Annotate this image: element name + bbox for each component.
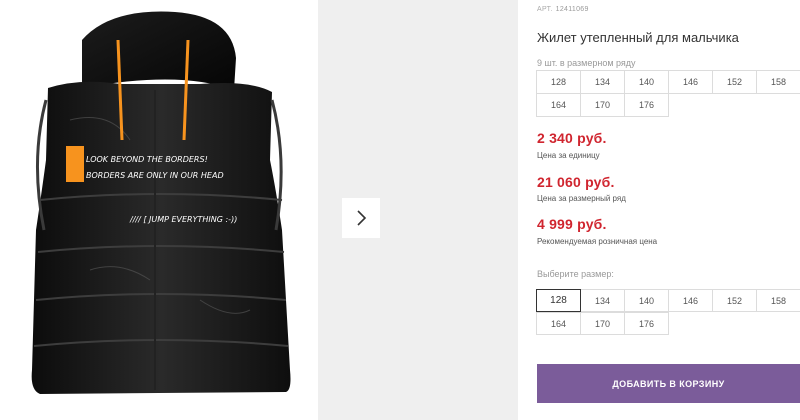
unit-price-label: Цена за единицу	[537, 151, 600, 160]
print-text-3: //// [ JUMP EVERYTHING :-))	[129, 215, 237, 224]
size-option-170[interactable]: 170	[580, 312, 625, 335]
size-row-cell: 134	[580, 70, 625, 94]
size-option-152[interactable]: 152	[712, 289, 757, 312]
size-option-176[interactable]: 176	[624, 312, 669, 335]
retail-price-label: Рекомендуемая розничная цена	[537, 237, 658, 246]
size-option-128[interactable]: 128	[536, 289, 581, 312]
product-info: АРТ. 12411069 Жилет утепленный для мальчи…	[536, 0, 800, 420]
size-option-134[interactable]: 134	[580, 289, 625, 312]
chevron-right-icon	[357, 210, 367, 226]
product-photo[interactable]: LOOK BEYOND THE BORDERS! BORDERS ARE ONL…	[0, 0, 318, 420]
size-row-hint: 9 шт. в размерном ряду	[537, 58, 636, 68]
add-to-cart-button[interactable]: ДОБАВИТЬ В КОРЗИНУ	[537, 364, 800, 403]
unit-price: 2 340 руб.	[537, 130, 607, 146]
size-option-158[interactable]: 158	[756, 289, 800, 312]
size-row-grid: 128 134 140 146 152 158 164 170 176	[536, 70, 800, 117]
article: АРТ. 12411069	[537, 6, 589, 13]
size-option-164[interactable]: 164	[536, 312, 581, 335]
retail-price: 4 999 руб.	[537, 216, 607, 232]
size-row-cell: 170	[580, 93, 625, 117]
print-text-1: LOOK BEYOND THE BORDERS!	[86, 155, 208, 164]
size-option-146[interactable]: 146	[668, 289, 713, 312]
size-row-cell: 128	[536, 70, 581, 94]
row-price: 21 060 руб.	[537, 174, 615, 190]
size-row-cell: 146	[668, 70, 713, 94]
size-row-cell: 164	[536, 93, 581, 117]
size-row-cell: 158	[756, 70, 800, 94]
product-title: Жилет утепленный для мальчика	[537, 30, 739, 45]
product-gallery: LOOK BEYOND THE BORDERS! BORDERS ARE ONL…	[0, 0, 518, 420]
article-label: АРТ.	[537, 6, 553, 13]
size-select-label: Выберите размер:	[537, 269, 614, 279]
size-row-cell: 152	[712, 70, 757, 94]
row-price-label: Цена за размерный ряд	[537, 194, 626, 203]
vest-image: LOOK BEYOND THE BORDERS! BORDERS ARE ONL…	[31, 11, 291, 394]
article-number: 12411069	[555, 6, 589, 13]
size-selector: 128 134 140 146 152 158 164 170 176	[536, 289, 800, 336]
size-option-140[interactable]: 140	[624, 289, 669, 312]
size-row-cell: 140	[624, 70, 669, 94]
next-image-button[interactable]	[342, 198, 380, 238]
size-row-cell: 176	[624, 93, 669, 117]
print-text-2: BORDERS ARE ONLY IN OUR HEAD	[86, 171, 224, 180]
